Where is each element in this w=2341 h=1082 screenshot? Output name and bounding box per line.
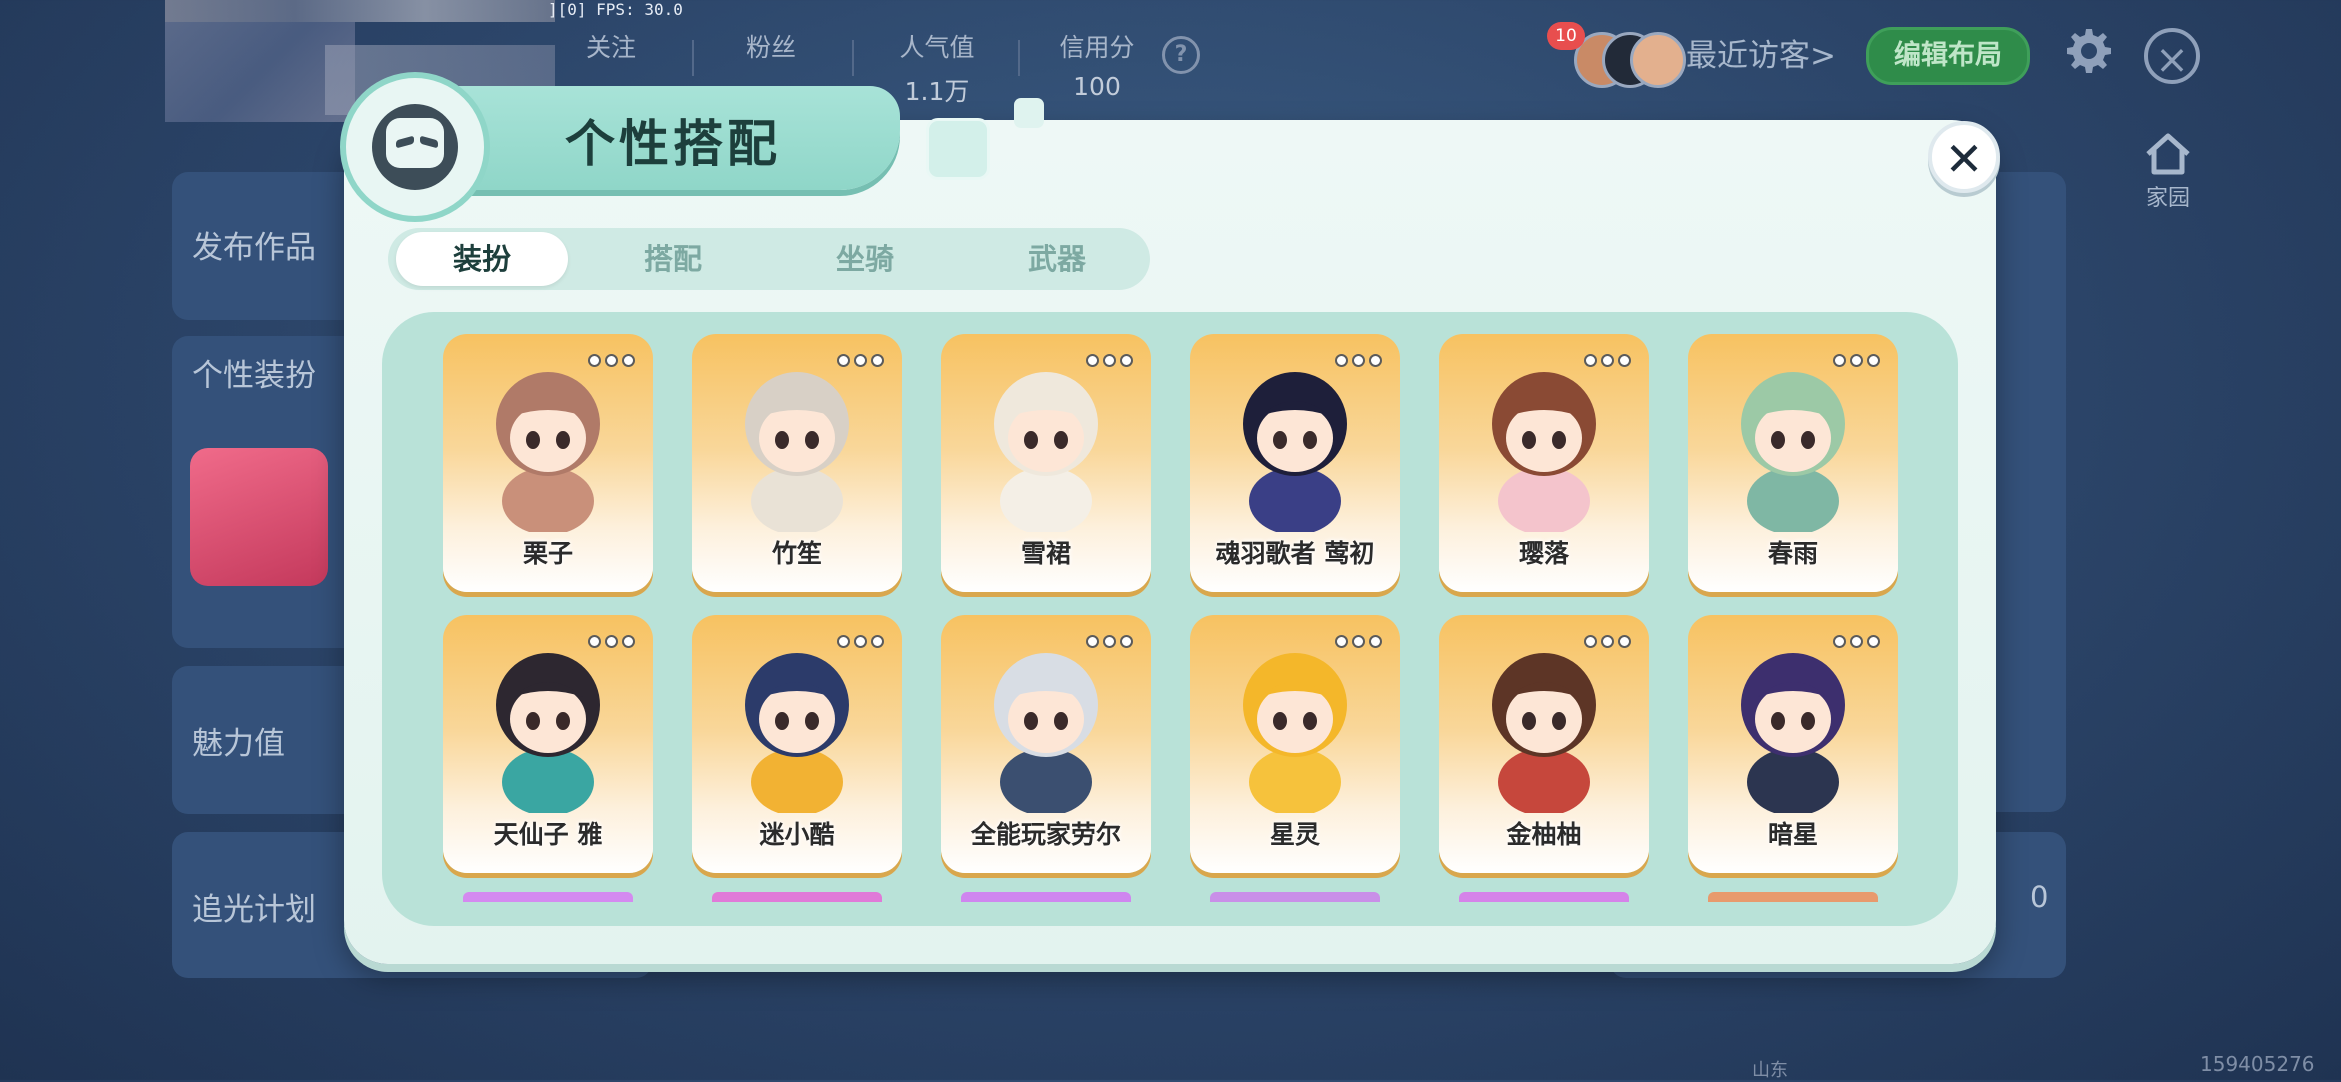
more-options-icon[interactable] [1833,635,1880,648]
costume-thumbnail[interactable] [190,448,328,586]
costume-card[interactable]: 雪裙 [941,334,1151,592]
stat-value: 100 [1073,72,1121,101]
more-options-icon[interactable] [1086,635,1133,648]
stat-label: 信用分 [1059,33,1135,62]
character-figure [1741,653,1845,813]
gear-icon[interactable] [2064,26,2114,76]
costume-card-peek [1708,892,1878,902]
visitor-count-badge: 10 [1547,22,1585,50]
costume-card[interactable]: 全能玩家劳尔 [941,615,1151,873]
costume-name: 栗子 [522,539,573,568]
modal-close-button[interactable]: ✕ [1928,121,2000,193]
visitor-avatar[interactable] [1630,32,1686,88]
costume-card[interactable]: 金柚柚 [1439,615,1649,873]
character-figure [1741,372,1845,532]
panel-title: 发布作品 [192,230,316,266]
character-figure [1492,372,1596,532]
fps-counter: ][0] FPS: 30.0 [548,0,683,19]
costume-card-peek [1459,892,1629,902]
stat-label: 粉丝 [745,33,796,62]
costume-name: 暗星 [1767,820,1818,849]
more-options-icon[interactable] [588,354,635,367]
home-button[interactable]: 家园 [2140,130,2196,214]
costume-card-peek [463,892,633,902]
stat-divider [692,40,694,76]
recent-visitors-link[interactable]: 最近访客> [1686,30,1836,75]
costume-name: 竹笙 [771,539,822,568]
panel-title: 个性装扮 [192,358,316,394]
costume-name: 金柚柚 [1506,820,1582,849]
costume-card[interactable]: 璎落 [1439,334,1649,592]
more-options-icon[interactable] [1584,635,1631,648]
costume-card[interactable]: 魂羽歌者 莺初 [1190,334,1400,592]
home-label: 家园 [2145,186,2190,211]
panel-title: 追光计划 [192,892,316,928]
tab-outfit[interactable]: 搭配 [587,232,759,286]
more-options-icon[interactable] [837,635,884,648]
more-options-icon[interactable] [588,635,635,648]
stat-fans[interactable]: 粉丝 [696,28,846,72]
more-options-icon[interactable] [1584,354,1631,367]
stat-credit[interactable]: 信用分 100 [1022,28,1172,101]
home-icon [2146,133,2190,175]
player-id: 159405276 [2200,1052,2315,1076]
costume-card[interactable]: 栗子 [443,334,653,592]
character-figure [496,653,600,813]
character-figure [1492,653,1596,813]
character-figure [994,372,1098,532]
costume-name: 春雨 [1767,539,1818,568]
character-figure [745,372,849,532]
edit-layout-button[interactable]: 编辑布局 [1866,27,2030,85]
tab-weapon[interactable]: 武器 [971,232,1143,286]
stat-follow[interactable]: 关注 [536,28,686,72]
character-figure [496,372,600,532]
costume-card-peek [712,892,882,902]
more-options-icon[interactable] [1335,354,1382,367]
costume-name: 星灵 [1269,820,1320,849]
character-figure [1243,372,1347,532]
costume-name: 魂羽歌者 莺初 [1215,539,1375,568]
stat-label: 人气值 [899,33,975,62]
help-icon[interactable]: ? [1162,36,1200,74]
costume-card[interactable]: 春雨 [1688,334,1898,592]
costume-name: 璎落 [1518,539,1569,568]
costume-card[interactable]: 天仙子 雅 [443,615,653,873]
blurred-username [165,0,555,22]
costume-card[interactable]: 暗星 [1688,615,1898,873]
character-figure [745,653,849,813]
decor-square [926,118,990,180]
location-text: 山东 [1752,1060,1788,1081]
tab-costume[interactable]: 装扮 [396,232,568,286]
costume-card-peek [1210,892,1380,902]
stat-divider [1018,40,1020,76]
stat-divider [852,40,854,76]
decor-square [1014,98,1044,128]
character-figure [1243,653,1347,813]
costume-name: 迷小酷 [759,820,835,849]
more-options-icon[interactable] [1335,635,1382,648]
panel-title: 魅力值 [192,726,285,762]
stat-label: 关注 [585,33,636,62]
modal-title: 个性搭配 [565,115,781,173]
costume-name: 全能玩家劳尔 [970,820,1121,849]
more-options-icon[interactable] [1086,354,1133,367]
costume-card[interactable]: 竹笙 [692,334,902,592]
close-icon[interactable]: × [2144,28,2200,84]
costume-card[interactable]: 迷小酷 [692,615,902,873]
costume-card-peek [961,892,1131,902]
costume-name: 天仙子 雅 [493,820,603,849]
character-figure [994,653,1098,813]
costume-name: 雪裙 [1020,539,1071,568]
more-options-icon[interactable] [837,354,884,367]
more-options-icon[interactable] [1833,354,1880,367]
tab-mount[interactable]: 坐骑 [779,232,951,286]
costume-card[interactable]: 星灵 [1190,615,1400,873]
right-panel-value: 0 [2030,880,2049,914]
